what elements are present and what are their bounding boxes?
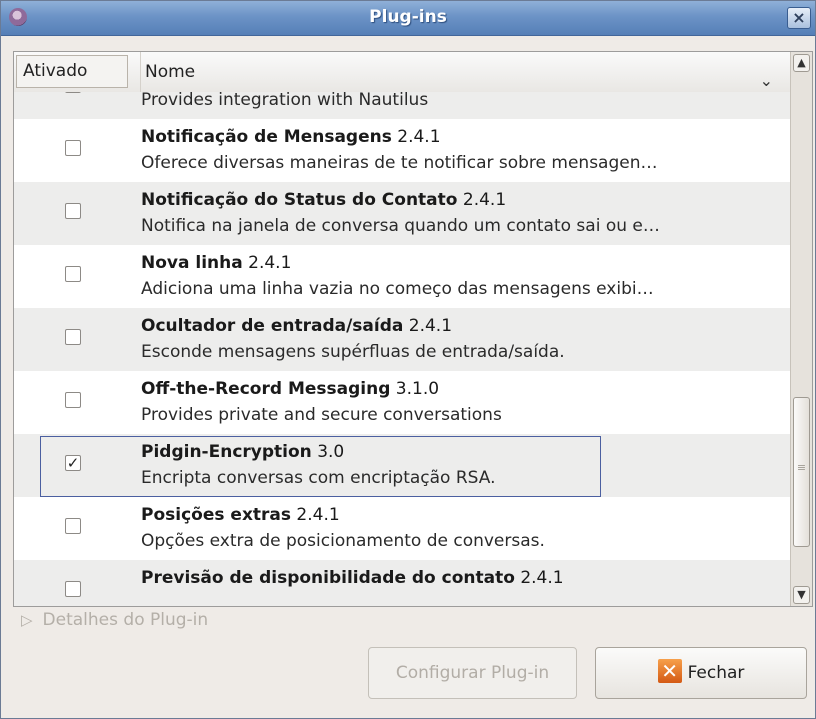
configure-plugin-button[interactable]: Configurar Plug-in — [368, 647, 577, 699]
plugin-checkbox[interactable] — [65, 392, 81, 408]
plugin-checkbox[interactable] — [65, 266, 81, 282]
close-button-label: Fechar — [687, 663, 745, 683]
plugin-description: Provides private and secure conversation… — [141, 405, 502, 425]
plugin-version: 3.0 — [317, 442, 345, 462]
plugin-version: 2.4.1 — [397, 127, 441, 147]
plugin-checkbox[interactable] — [65, 329, 81, 345]
plugin-title: Pidgin-Encryption 3.0 — [141, 442, 344, 462]
list-header: Ativado Nome ⌄ — [14, 52, 791, 93]
plugin-checkbox[interactable] — [65, 581, 81, 597]
plugin-row-6-selected[interactable]: ✓ Pidgin-Encryption 3.0 Encripta convers… — [14, 434, 791, 497]
plugin-version: 3.1.0 — [395, 379, 440, 399]
close-button[interactable]: ✕ Fechar — [595, 647, 807, 699]
plugin-checkbox-checked[interactable]: ✓ — [65, 455, 81, 471]
plugin-list: Ativado Nome ⌄ Provides integration with… — [13, 51, 813, 607]
vertical-scrollbar[interactable]: ▲ ≡ ▼ — [790, 52, 812, 606]
plugin-name: Ocultador de entrada/saída — [141, 316, 404, 336]
scroll-up-icon[interactable]: ▲ — [793, 54, 810, 72]
column-header-enabled[interactable]: Ativado — [16, 55, 128, 88]
plugin-name: Posições extras — [141, 505, 292, 525]
plugins-dialog: Plug-ins × Ativado Nome ⌄ Provides integ… — [0, 0, 816, 719]
column-header-name[interactable]: Nome ⌄ — [140, 52, 791, 92]
plugin-version: 2.4.1 — [462, 190, 507, 210]
plugin-rows: Provides integration with Nautilus Notif… — [14, 92, 791, 606]
plugin-description: Provides integration with Nautilus — [141, 92, 429, 110]
plugin-row-7[interactable]: Posições extras 2.4.1 Opções extra de po… — [14, 497, 791, 560]
plugin-description: Oferece diversas maneiras de te notifica… — [141, 153, 658, 173]
plugin-version: 2.4.1 — [248, 253, 292, 273]
triangle-right-icon: ▷ — [21, 611, 33, 629]
plugin-row-2[interactable]: Notificação do Status do Contato 2.4.1 N… — [14, 182, 791, 245]
plugin-description: Opções extra de posicionamento de conver… — [141, 531, 545, 551]
titlebar: Plug-ins × — [1, 1, 815, 36]
plugin-title: Previsão de disponibilidade do contato 2… — [141, 568, 564, 588]
plugin-row-8[interactable]: Previsão de disponibilidade do contato 2… — [14, 560, 791, 606]
plugin-name: Pidgin-Encryption — [141, 442, 312, 462]
plugin-checkbox[interactable] — [65, 518, 81, 534]
grip-icon: ≡ — [796, 461, 807, 474]
close-icon: ✕ — [657, 659, 682, 683]
plugin-details-label: Detalhes do Plug-in — [42, 610, 209, 630]
plugin-title: Nova linha 2.4.1 — [141, 253, 291, 273]
plugin-row-0[interactable]: Provides integration with Nautilus — [14, 92, 791, 119]
close-icon[interactable]: × — [787, 7, 811, 29]
plugin-title: Off-the-Record Messaging 3.1.0 — [141, 379, 439, 399]
plugin-row-4[interactable]: Ocultador de entrada/saída 2.4.1 Esconde… — [14, 308, 791, 371]
plugin-name: Notificação de Mensagens — [141, 127, 392, 147]
plugin-version: 2.4.1 — [520, 568, 564, 588]
plugin-name: Notificação do Status do Contato — [141, 190, 458, 210]
plugin-name: Nova linha — [141, 253, 243, 273]
plugin-checkbox[interactable] — [65, 203, 81, 219]
plugin-description: Esconde mensagens supérfluas de entrada/… — [141, 342, 565, 362]
plugin-description: Notifica na janela de conversa quando um… — [141, 216, 660, 236]
plugin-name: Previsão de disponibilidade do contato — [141, 568, 515, 588]
plugin-name: Off-the-Record Messaging — [141, 379, 391, 399]
plugin-title: Notificação do Status do Contato 2.4.1 — [141, 190, 506, 210]
window-title: Plug-ins — [369, 7, 447, 27]
plugin-version: 2.4.1 — [296, 505, 340, 525]
scroll-down-icon[interactable]: ▼ — [793, 586, 810, 604]
plugin-title: Ocultador de entrada/saída 2.4.1 — [141, 316, 452, 336]
plugin-checkbox[interactable] — [65, 92, 81, 93]
plugin-row-1[interactable]: Notificação de Mensagens 2.4.1 Oferece d… — [14, 119, 791, 182]
plugin-version: 2.4.1 — [408, 316, 453, 336]
plugin-row-5[interactable]: Off-the-Record Messaging 3.1.0 Provides … — [14, 371, 791, 434]
scrollbar-thumb[interactable]: ≡ — [793, 397, 810, 547]
column-header-name-label: Nome — [145, 62, 196, 82]
plugin-description: Adiciona uma linha vazia no começo das m… — [141, 279, 654, 299]
plugin-description: Encripta conversas com encriptação RSA. — [141, 468, 496, 488]
plugin-title: Notificação de Mensagens 2.4.1 — [141, 127, 441, 147]
plugin-title: Posições extras 2.4.1 — [141, 505, 340, 525]
plugin-details-expander[interactable]: ▷ Detalhes do Plug-in — [21, 610, 208, 630]
plugin-row-3[interactable]: Nova linha 2.4.1 Adiciona uma linha vazi… — [14, 245, 791, 308]
plugin-checkbox[interactable] — [65, 140, 81, 156]
